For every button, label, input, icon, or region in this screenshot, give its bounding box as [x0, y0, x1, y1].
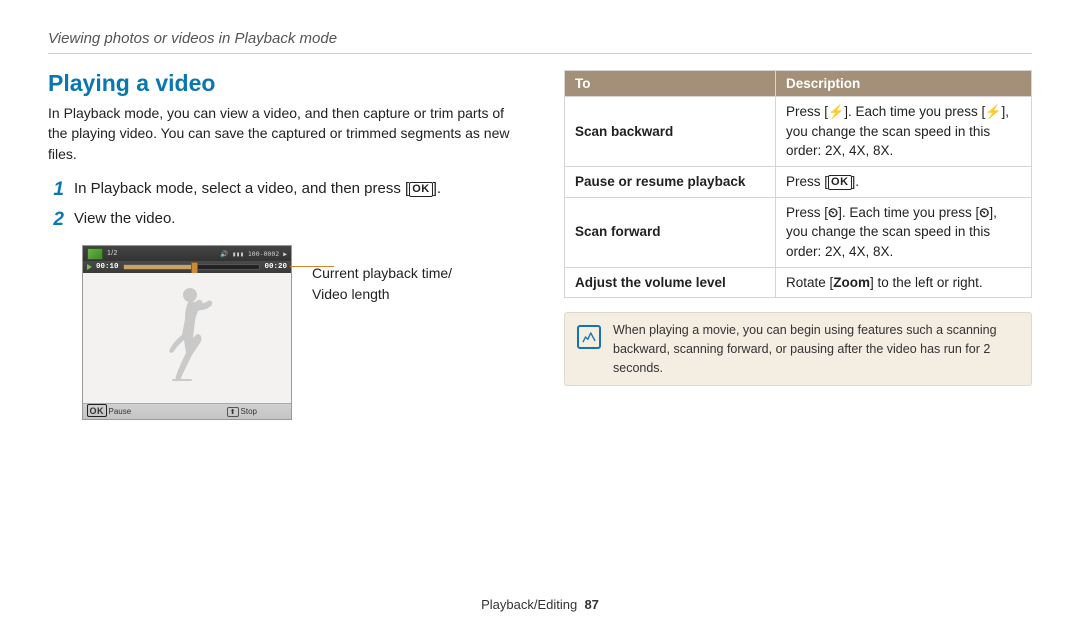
section-title: Playing a video	[48, 70, 516, 97]
row-label: Scan forward	[565, 197, 776, 267]
callout-line	[290, 266, 334, 267]
page-footer: Playback/Editing 87	[0, 597, 1080, 612]
total-time: 00:20	[264, 263, 287, 271]
zoom-label: Zoom	[833, 275, 870, 290]
header-divider	[48, 53, 1032, 54]
skater-silhouette	[152, 283, 222, 393]
thumb-topbar: 1/2 🔊 ▮▮▮ 100-0002 ▶	[83, 246, 291, 261]
left-column: Playing a video In Playback mode, you ca…	[48, 70, 516, 420]
page-number: 87	[584, 597, 598, 612]
row-label: Scan backward	[565, 97, 776, 167]
footer-section: Playback/Editing	[481, 597, 577, 612]
flash-icon: ⚡	[985, 103, 1001, 122]
controls-table: To Description Scan backward Press [⚡]. …	[564, 70, 1032, 298]
right-column: To Description Scan backward Press [⚡]. …	[564, 70, 1032, 420]
th-to: To	[565, 71, 776, 97]
step-1-text-post: ].	[433, 180, 441, 197]
section-intro: In Playback mode, you can view a video, …	[48, 103, 516, 164]
stop-icon: ⬆	[227, 407, 239, 417]
row-adjust-volume: Adjust the volume level Rotate [Zoom] to…	[565, 267, 1032, 298]
ok-icon: OK	[409, 182, 433, 197]
thumb-progressbar: 00:10 00:20	[83, 261, 291, 273]
thumb-annotation: Current playback time/ Video length	[312, 263, 452, 420]
breadcrumb: Viewing photos or videos in Playback mod…	[48, 30, 1032, 47]
stop-label: Stop	[241, 407, 257, 416]
video-file-icon	[87, 248, 103, 260]
step-number: 2	[48, 208, 64, 232]
thumb-bottombar: OK Pause ⬆ Stop	[83, 403, 291, 419]
th-desc: Description	[776, 71, 1032, 97]
pause-label: Pause	[109, 407, 132, 416]
playback-screenshot: 1/2 🔊 ▮▮▮ 100-0002 ▶ 00:10 00:20	[82, 245, 292, 420]
row-pause-resume: Pause or resume playback Press [OK].	[565, 166, 1032, 197]
row-scan-backward: Scan backward Press [⚡]. Each time you p…	[565, 97, 1032, 167]
play-icon	[87, 264, 92, 270]
step-2-text: View the video.	[74, 208, 175, 229]
note-text: When playing a movie, you can begin usin…	[613, 321, 1019, 377]
thumb-status: 🔊 ▮▮▮ 100-0002 ▶	[220, 250, 287, 258]
step-2: 2 View the video.	[48, 208, 516, 232]
step-list: 1 In Playback mode, select a video, and …	[48, 178, 516, 232]
row-label: Adjust the volume level	[565, 267, 776, 298]
step-number: 1	[48, 178, 64, 202]
ok-icon: OK	[828, 175, 852, 190]
step-1: 1 In Playback mode, select a video, and …	[48, 178, 516, 202]
thumb-counter: 1/2	[107, 250, 118, 257]
step-1-text-pre: In Playback mode, select a video, and th…	[74, 180, 409, 197]
flash-icon: ⚡	[828, 103, 844, 122]
timer-icon: ⏲	[828, 204, 838, 223]
tip-note: When playing a movie, you can begin usin…	[564, 312, 1032, 386]
note-icon	[577, 325, 601, 349]
video-frame	[83, 273, 291, 403]
timer-icon: ⏲	[979, 204, 989, 223]
ok-icon: OK	[87, 404, 107, 417]
row-scan-forward: Scan forward Press [⏲]. Each time you pr…	[565, 197, 1032, 267]
current-time: 00:10	[96, 263, 119, 271]
row-label: Pause or resume playback	[565, 166, 776, 197]
